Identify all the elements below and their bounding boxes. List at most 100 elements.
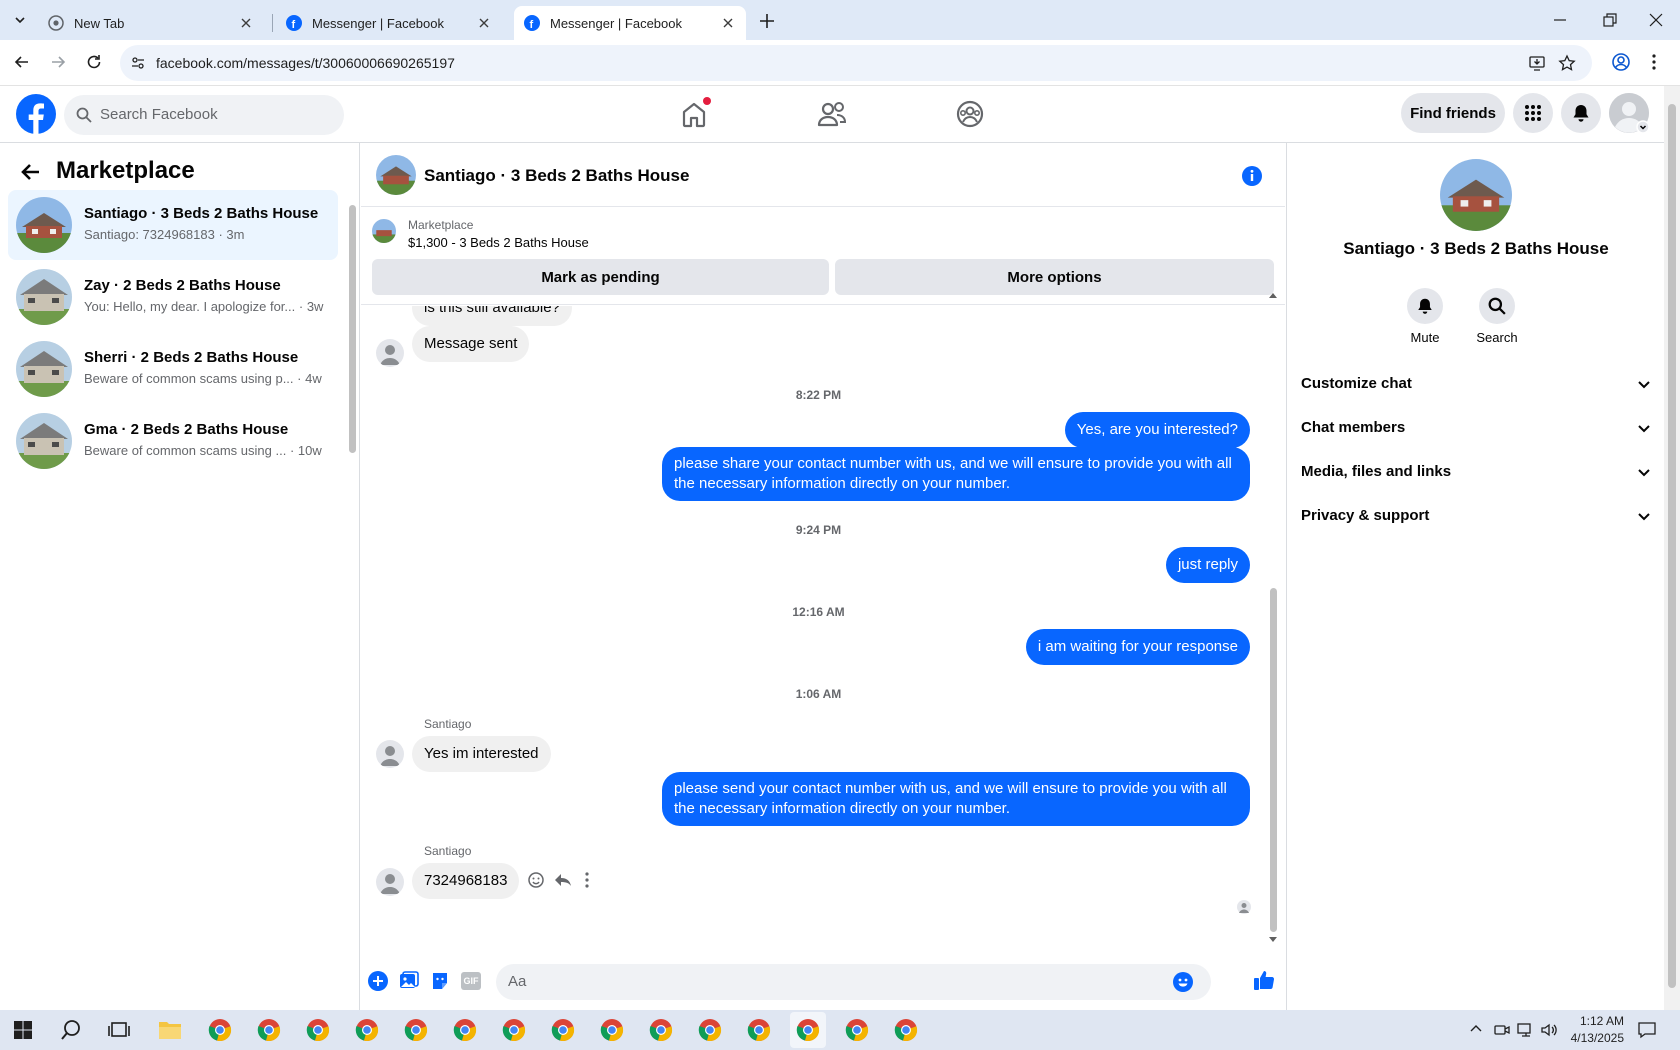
chat-members-section[interactable]: Chat members — [1301, 408, 1651, 448]
conversation-item-gma[interactable]: Gma · 2 Beds 2 Baths House Beware of com… — [8, 406, 338, 476]
scrollbar[interactable] — [349, 205, 356, 453]
taskbar-chrome-app[interactable] — [404, 1018, 428, 1042]
back-button[interactable] — [20, 161, 42, 183]
show-hidden-icons-button[interactable] — [1470, 1023, 1482, 1033]
taskbar-chrome-app[interactable] — [845, 1018, 869, 1042]
file-explorer-button[interactable] — [158, 1019, 182, 1041]
message-bubble-outgoing[interactable]: please send your contact number with us,… — [662, 772, 1250, 826]
like-send-button[interactable] — [1253, 969, 1275, 991]
more-options-button[interactable]: More options — [835, 259, 1274, 295]
account-avatar[interactable] — [1609, 93, 1649, 133]
privacy-support-section[interactable]: Privacy & support — [1301, 496, 1651, 536]
nav-friends[interactable] — [813, 95, 851, 133]
conversation-item-santiago[interactable]: Santiago · 3 Beds 2 Baths House Santiago… — [8, 190, 338, 260]
tab-messenger-2-active[interactable]: f Messenger | Facebook — [514, 6, 746, 40]
taskbar-chrome-app[interactable] — [747, 1018, 771, 1042]
taskbar-chrome-app[interactable] — [208, 1018, 232, 1042]
search-in-conversation-button[interactable]: Search — [1462, 288, 1532, 345]
customize-chat-section[interactable]: Customize chat — [1301, 364, 1651, 404]
nav-groups[interactable] — [951, 95, 989, 133]
mark-as-pending-button[interactable]: Mark as pending — [372, 259, 829, 295]
chat-avatar[interactable] — [376, 155, 416, 195]
nav-home[interactable] — [675, 95, 713, 133]
task-view-button[interactable] — [108, 1020, 130, 1040]
scroll-down-arrow[interactable] — [1268, 936, 1278, 944]
message-bubble-outgoing[interactable]: Yes, are you interested? — [1064, 412, 1250, 448]
conversation-avatar[interactable] — [1440, 159, 1512, 231]
scrollbar[interactable] — [1270, 588, 1277, 932]
taskbar-chrome-app[interactable] — [355, 1018, 379, 1042]
minimize-button[interactable] — [1552, 12, 1568, 28]
conversation-item-sherri[interactable]: Sherri · 2 Beds 2 Baths House Beware of … — [8, 334, 338, 404]
photo-icon — [400, 971, 419, 988]
new-tab-button[interactable] — [756, 10, 778, 32]
close-icon[interactable] — [476, 15, 492, 31]
taskbar-chrome-app[interactable] — [649, 1018, 673, 1042]
profile-button[interactable] — [1611, 52, 1631, 72]
taskbar-chrome-app[interactable] — [790, 1012, 826, 1048]
taskbar-chrome-app[interactable] — [257, 1018, 281, 1042]
close-window-button[interactable] — [1648, 12, 1664, 28]
back-button[interactable] — [12, 52, 32, 72]
forward-button[interactable] — [48, 52, 68, 72]
search-input[interactable]: Search Facebook — [64, 95, 344, 135]
message-bubble-outgoing[interactable]: just reply — [1165, 547, 1250, 583]
message-bubble-incoming[interactable]: Yes im interested — [412, 736, 551, 772]
menu-button[interactable] — [1513, 93, 1553, 133]
scroll-up-arrow[interactable] — [1268, 291, 1278, 299]
taskbar-chrome-app[interactable] — [698, 1018, 722, 1042]
conversation-item-zay[interactable]: Zay · 2 Beds 2 Baths House You: Hello, m… — [8, 262, 338, 332]
message-bubble-incoming[interactable]: is this still available? — [412, 306, 572, 326]
gif-button[interactable]: GIF — [461, 972, 481, 990]
reply-button[interactable] — [554, 871, 572, 889]
install-app-icon[interactable] — [1528, 54, 1546, 72]
system-clock[interactable]: 1:12 AM 4/13/2025 — [1571, 1013, 1624, 1047]
attach-photo-button[interactable] — [399, 971, 419, 991]
conversation-preview: You: Hello, my dear. I apologize for... … — [84, 299, 324, 314]
restore-button[interactable] — [1602, 12, 1618, 28]
svg-text:f: f — [530, 19, 534, 31]
sticker-button[interactable] — [430, 971, 450, 991]
conversation-info-button[interactable] — [1241, 165, 1263, 187]
react-button[interactable] — [527, 871, 545, 889]
more-actions-plus-button[interactable] — [368, 971, 388, 991]
bookmark-star-icon[interactable] — [1558, 54, 1576, 72]
taskbar-chrome-app[interactable] — [306, 1018, 330, 1042]
taskbar-chrome-app[interactable] — [600, 1018, 624, 1042]
close-icon[interactable] — [720, 15, 736, 31]
start-button[interactable] — [14, 1021, 32, 1039]
message-bubble-outgoing[interactable]: i am waiting for your response — [1025, 629, 1250, 665]
mute-button[interactable]: Mute — [1390, 288, 1460, 345]
chat-title[interactable]: Santiago · 3 Beds 2 Baths House — [424, 166, 689, 186]
notifications-button[interactable] — [1561, 93, 1601, 133]
message-bubble-outgoing[interactable]: please share your contact number with us… — [662, 447, 1250, 501]
url-field[interactable]: facebook.com/messages/t/3006000669026519… — [120, 45, 1592, 81]
notification-center-button[interactable] — [1638, 1021, 1656, 1039]
message-input[interactable]: Aa — [496, 964, 1211, 1000]
close-icon[interactable] — [238, 15, 254, 31]
taskbar-chrome-app[interactable] — [502, 1018, 526, 1042]
emoji-icon[interactable] — [1173, 972, 1193, 992]
tab-search-button[interactable] — [8, 8, 32, 32]
taskbar-search-button[interactable] — [60, 1019, 82, 1041]
message-bubble-incoming[interactable]: Message sent — [412, 326, 530, 362]
volume-button[interactable] — [1541, 1022, 1559, 1038]
message-bubble-incoming[interactable]: 7324968183 — [412, 863, 520, 899]
meet-now-button[interactable] — [1494, 1022, 1510, 1038]
taskbar-chrome-app[interactable] — [453, 1018, 477, 1042]
browser-menu-button[interactable] — [1650, 52, 1658, 72]
network-button[interactable] — [1517, 1022, 1535, 1038]
tab-messenger-1[interactable]: f Messenger | Facebook — [276, 6, 502, 40]
media-files-links-section[interactable]: Media, files and links — [1301, 452, 1651, 492]
find-friends-button[interactable]: Find friends — [1401, 93, 1505, 133]
tab-new-tab[interactable]: New Tab — [38, 6, 264, 40]
taskbar-chrome-app[interactable] — [551, 1018, 575, 1042]
facebook-logo[interactable] — [16, 94, 56, 134]
more-actions-button[interactable] — [583, 871, 591, 889]
task-view-icon — [108, 1022, 130, 1037]
listing-title[interactable]: $1,300 - 3 Beds 2 Baths House — [408, 235, 589, 250]
site-info-icon[interactable] — [130, 55, 146, 71]
page-scrollbar[interactable] — [1668, 104, 1676, 988]
reload-button[interactable] — [84, 52, 104, 72]
taskbar-chrome-app[interactable] — [894, 1018, 918, 1042]
